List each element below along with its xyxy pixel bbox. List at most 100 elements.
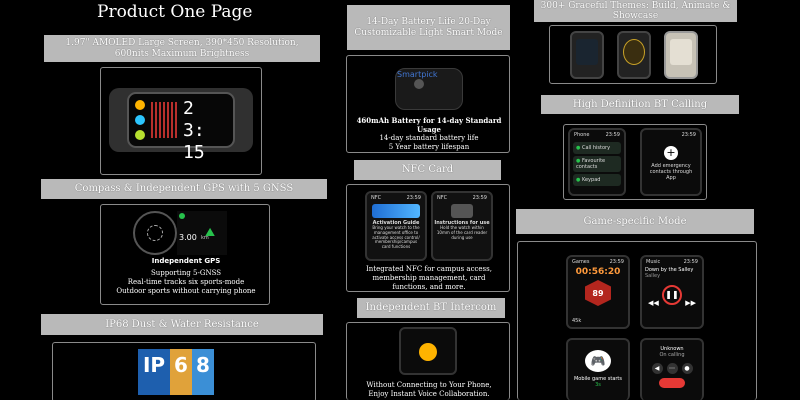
games-timer: 00:56:20: [575, 267, 621, 277]
screen-banner-text: 1.97" AMOLED Large Screen, 390*450 Resol…: [65, 38, 299, 59]
game-banner-text: Game-specific Mode: [583, 215, 687, 227]
gps-line-1: Real-time tracks six sports-mode: [127, 278, 245, 287]
ip-letters: IP: [142, 353, 166, 377]
gps-card: 3.00 km ⛰ Independent GPS Supporting 5-G…: [100, 204, 270, 305]
nfc-s1-text: Bring your watch to the management offic…: [372, 225, 420, 250]
call-history-label: Call history: [581, 145, 611, 151]
intercom-banner: Independent BT Intercom: [357, 298, 505, 318]
calling-screen: Unknown On calling ◀ ⋯ ●: [640, 338, 704, 400]
battery-caption: 460mAh Battery for 14-day Standard Usage…: [353, 116, 505, 152]
steps-value: 45k: [572, 318, 582, 324]
themes-banner: 300+ Graceful Themes: Build, Animate & S…: [534, 0, 737, 22]
page-title: Product One Page: [97, 2, 253, 22]
call-card: Phone 23:59 ● Call history ● Favourite co…: [563, 124, 707, 200]
intercom-card: Without Connecting to Your Phone, Enjoy …: [346, 322, 510, 400]
theme-watch-3: [664, 31, 698, 79]
emergency-time: 23:59: [681, 132, 696, 138]
next-icon[interactable]: ▶▶: [685, 299, 696, 307]
nfc-s2-text: Hold the watch within 10mm of the card r…: [436, 225, 488, 240]
gps-banner: Compass & Independent GPS with 5 GNSS: [41, 179, 327, 199]
emergency-text: Add emergency contacts through App: [649, 163, 693, 181]
keypad-label: Keypad: [581, 177, 601, 183]
ip-digit-6: 6: [174, 353, 188, 377]
music-screen: Music 23:59 Down by the Salley Salley ❚❚ …: [640, 255, 704, 329]
games-time: 23:59: [609, 259, 624, 265]
song-artist: Salley: [645, 273, 661, 279]
game-card: Games 23:59 00:56:20 89 45k Music 23:59 Do…: [517, 241, 757, 400]
mobile-game-screen: 🎮 Mobile game starts 3s: [566, 338, 630, 400]
keypad-item[interactable]: ● Keypad: [573, 174, 621, 186]
heart-value: 89: [592, 288, 604, 298]
phone-header: Phone: [574, 132, 590, 138]
heart-badge: 89: [585, 280, 611, 306]
nfc-card: NFC 23:59 Activation Guide Bring your wat…: [346, 184, 510, 292]
games-header: Games: [572, 259, 590, 265]
mic-button[interactable]: [419, 343, 437, 361]
battery-line-0: 14-day standard battery life: [379, 134, 479, 143]
nfc-s1-time: 23:59: [406, 195, 421, 201]
keypad-icon[interactable]: ⋯: [666, 363, 678, 374]
call-banner: High Definition BT Calling: [541, 95, 739, 114]
intercom-caption: Without Connecting to Your Phone, Enjoy …: [366, 381, 492, 399]
gamepad-icon: 🎮: [585, 350, 611, 372]
battery-banner: 14-Day Battery Life 20-Day Customizable …: [347, 5, 510, 50]
distance-value: 3.00: [179, 233, 197, 242]
nfc-s2-header: NFC: [437, 195, 448, 201]
gps-line-0: Supporting 5-GNSS: [150, 269, 222, 278]
distance-watch: 3.00 km: [177, 211, 227, 255]
prev-icon[interactable]: ◀◀: [648, 299, 659, 307]
nfc-s1-header: NFC: [371, 195, 382, 201]
ip-digit-8: 8: [196, 353, 210, 377]
hiking-icon: ⛰: [205, 225, 216, 239]
compass-watch: [133, 211, 177, 255]
games-screen: Games 23:59 00:56:20 89 45k: [566, 255, 630, 329]
emergency-screen: 23:59 + Add emergency contacts through A…: [640, 128, 702, 196]
intercom-screen: [399, 327, 457, 375]
mobile-game-countdown: 3s: [595, 382, 601, 388]
watermark: Smartpick: [397, 70, 438, 79]
screen-card: 23:15: [100, 67, 262, 175]
pause-button[interactable]: ❚❚: [662, 285, 682, 305]
game-banner: Game-specific Mode: [516, 209, 754, 234]
nfc-banner-text: NFC Card: [401, 164, 454, 176]
themes-banner-text: 300+ Graceful Themes: Build, Animate & S…: [540, 0, 731, 21]
phone-time: 23:59: [605, 132, 620, 138]
hangup-button[interactable]: [659, 378, 685, 388]
battery-line-1: 5 Year battery lifespan: [388, 143, 470, 152]
nfc-screen-2: NFC 23:59 Instructions for use Hold the w…: [431, 191, 493, 261]
mic-icon[interactable]: ●: [681, 363, 693, 374]
ip-card: IP 6 8: [52, 342, 316, 400]
card-reader-graphic: [451, 204, 473, 218]
call-banner-text: High Definition BT Calling: [572, 98, 708, 110]
ip-banner: IP68 Dust & Water Resistance: [41, 314, 323, 335]
music-time: 23:59: [683, 259, 698, 265]
nfc-card-graphic: [372, 204, 420, 218]
ip68-logo: IP 6 8: [138, 349, 214, 395]
music-header: Music: [646, 259, 661, 265]
gps-label: Independent GPS: [151, 257, 221, 265]
watch-image: 23:15: [109, 88, 253, 163]
gps-caption: Independent GPS Supporting 5-GNSS Real-t…: [101, 257, 271, 296]
add-icon[interactable]: +: [664, 146, 678, 160]
intercom-banner-text: Independent BT Intercom: [365, 302, 497, 314]
themes-card: [549, 25, 717, 84]
battery-card: Smartpick 460mAh Battery for 14-day Stan…: [346, 55, 510, 153]
phone-screen: Phone 23:59 ● Call history ● Favourite co…: [568, 128, 626, 196]
theme-watch-1: [570, 31, 604, 79]
gps-line-2: Outdoor sports without carrying phone: [116, 287, 256, 296]
ip-banner-text: IP68 Dust & Water Resistance: [105, 318, 259, 330]
watch-time: 23:15: [183, 98, 205, 163]
favourite-contacts-item[interactable]: ● Favourite contacts: [573, 156, 621, 172]
volume-icon[interactable]: ◀: [651, 363, 663, 374]
nfc-s2-time: 23:59: [472, 195, 487, 201]
nfc-banner: NFC Card: [354, 160, 501, 180]
battery-headline: 460mAh Battery for 14-day Standard Usage: [356, 116, 502, 135]
nfc-screen-1: NFC 23:59 Activation Guide Bring your wat…: [365, 191, 427, 261]
screen-banner: 1.97" AMOLED Large Screen, 390*450 Resol…: [44, 35, 320, 62]
theme-watch-2: [617, 31, 651, 79]
battery-banner-text: 14-Day Battery Life 20-Day Customizable …: [354, 17, 503, 38]
gps-banner-text: Compass & Independent GPS with 5 GNSS: [74, 183, 294, 195]
call-status: On calling: [659, 352, 685, 358]
nfc-caption: Integrated NFC for campus access, member…: [366, 265, 492, 292]
call-history-item[interactable]: ● Call history: [573, 142, 621, 154]
